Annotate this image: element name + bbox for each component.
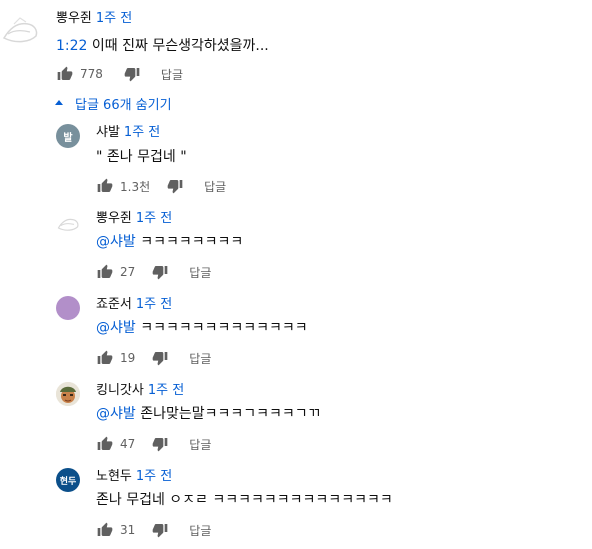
comment-header: 킹니갓사 1주 전 [96, 383, 184, 399]
like-icon[interactable] [56, 65, 74, 83]
comment-time[interactable]: 1주 전 [124, 125, 160, 140]
dislike-icon[interactable] [123, 65, 141, 83]
like-count: 31 [120, 523, 136, 537]
comment-body: 존나 무겁네 ㅇㅈㄹ ㅋㅋㅋㅋㅋㅋㅋㅋㅋㅋㅋㅋㅋㅋ [96, 492, 393, 508]
comment-header: 샤발 1주 전 [96, 125, 160, 141]
author-name[interactable]: 죠준서 [96, 297, 132, 312]
comment-actions: 1.3천 답글 [96, 176, 226, 196]
like-count: 19 [120, 351, 136, 365]
author-name[interactable]: 킹니갓사 [96, 383, 144, 398]
like-count: 778 [80, 67, 103, 81]
mention-link[interactable]: @샤발 [96, 234, 136, 250]
comment-actions: 19 답글 [96, 348, 211, 368]
comment-header: 뽕우쥔 1주 전 [96, 211, 172, 227]
avatar[interactable] [56, 210, 80, 234]
comment-text: @샤발 존나맞는말ㅋㅋㅋㄱㅋㅋㅋㄱㄲ [96, 405, 321, 423]
comment-text: 1:22 이때 진짜 무슨생각하셨을까... [56, 37, 269, 55]
like-icon[interactable] [96, 349, 114, 367]
comment-text: @샤발 ㅋㅋㅋㅋㅋㅋㅋㅋ [96, 233, 243, 251]
reply-button[interactable]: 답글 [189, 436, 211, 453]
reply-button[interactable]: 답글 [189, 522, 211, 539]
comment-body: " 존나 무겁네 " [96, 149, 187, 165]
comment-time[interactable]: 1주 전 [96, 11, 132, 26]
comment-text: @샤발 ㅋㅋㅋㅋㅋㅋㅋㅋㅋㅋㅋㅋㅋ [96, 319, 308, 337]
dislike-icon[interactable] [151, 263, 169, 281]
reply-button[interactable]: 답글 [204, 178, 226, 195]
comment-actions: 27 답글 [96, 262, 211, 282]
comment-header: 죠준서 1주 전 [96, 297, 172, 313]
comment-actions: 47 답글 [96, 434, 211, 454]
like-icon[interactable] [96, 263, 114, 281]
like-count: 27 [120, 265, 136, 279]
dislike-icon[interactable] [151, 349, 169, 367]
comment-body: 이때 진짜 무슨생각하셨을까... [87, 38, 269, 54]
comment-time[interactable]: 1주 전 [148, 383, 184, 398]
comment-header: 노현두 1주 전 [96, 469, 172, 485]
dislike-icon[interactable] [166, 177, 184, 195]
comment-body: ㅋㅋㅋㅋㅋㅋㅋㅋㅋㅋㅋㅋㅋ [135, 320, 308, 336]
author-name[interactable]: 샤발 [96, 125, 120, 140]
caret-up-icon [55, 100, 63, 105]
mention-link[interactable]: @샤발 [96, 320, 136, 336]
author-name[interactable]: 뽕우쥔 [56, 11, 92, 26]
comment-text: " 존나 무겁네 " [96, 148, 187, 166]
avatar[interactable] [0, 8, 40, 48]
comment-time[interactable]: 1주 전 [136, 469, 172, 484]
hide-replies-label: 답글 66개 숨기기 [75, 97, 172, 113]
comment-actions: 778 답글 [56, 64, 183, 84]
avatar[interactable] [56, 296, 80, 320]
reply-button[interactable]: 답글 [189, 350, 211, 367]
avatar[interactable]: 발 [56, 124, 80, 148]
reply-button[interactable]: 답글 [161, 66, 183, 83]
comment-time[interactable]: 1주 전 [136, 211, 172, 226]
mention-link[interactable]: @샤발 [96, 406, 136, 422]
dislike-icon[interactable] [151, 521, 169, 539]
author-name[interactable]: 뽕우쥔 [96, 211, 132, 226]
comment-text: 존나 무겁네 ㅇㅈㄹ ㅋㅋㅋㅋㅋㅋㅋㅋㅋㅋㅋㅋㅋㅋ [96, 491, 393, 509]
avatar[interactable]: 현두 [56, 468, 80, 492]
reply-button[interactable]: 답글 [189, 264, 211, 281]
author-name[interactable]: 노현두 [96, 469, 132, 484]
comment-body: 존나맞는말ㅋㅋㅋㄱㅋㅋㅋㄱㄲ [135, 406, 321, 422]
avatar-initial: 발 [63, 132, 73, 144]
like-count: 47 [120, 437, 136, 451]
comment-body: ㅋㅋㅋㅋㅋㅋㅋㅋ [135, 234, 244, 250]
dislike-icon[interactable] [151, 435, 169, 453]
like-icon[interactable] [96, 177, 114, 195]
timestamp-link[interactable]: 1:22 [56, 38, 87, 54]
like-count: 1.3천 [120, 179, 151, 194]
comment-actions: 31 답글 [96, 520, 211, 540]
comment-header: 뽕우쥔 1주 전 [56, 11, 132, 27]
avatar[interactable] [56, 382, 80, 406]
like-icon[interactable] [96, 435, 114, 453]
comment-time[interactable]: 1주 전 [136, 297, 172, 312]
avatar-initial: 현두 [59, 476, 77, 487]
like-icon[interactable] [96, 521, 114, 539]
hide-replies-button[interactable]: 답글 66개 숨기기 [55, 94, 172, 113]
